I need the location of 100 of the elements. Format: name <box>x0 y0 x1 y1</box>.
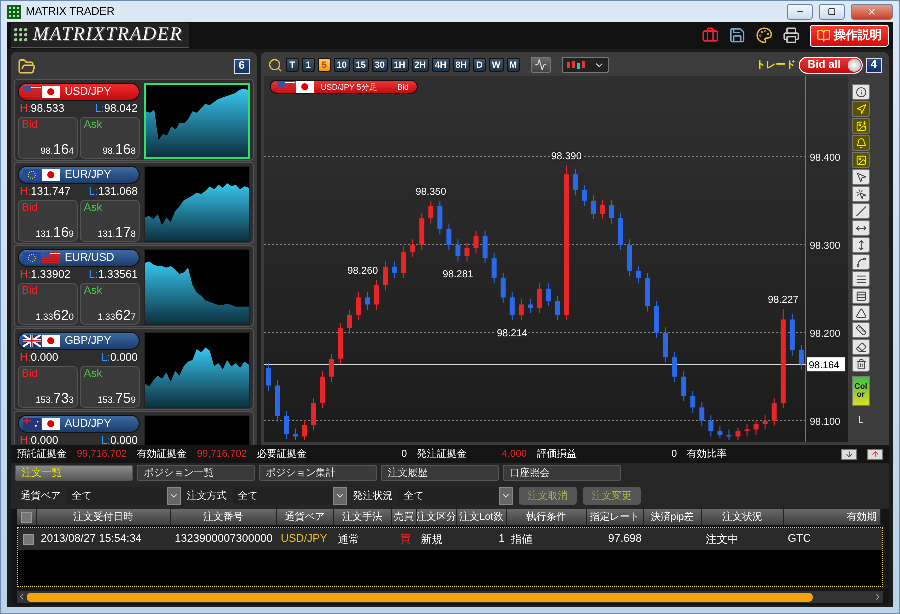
tool-button[interactable] <box>852 220 870 236</box>
column-header[interactable]: 執行条件 <box>507 509 587 525</box>
close-button[interactable] <box>851 4 893 20</box>
account-label: 有効証拠金 <box>137 448 188 461</box>
tool-button[interactable] <box>852 203 870 219</box>
save-icon[interactable] <box>729 27 746 44</box>
candle <box>320 371 326 410</box>
minimize-button[interactable] <box>787 4 813 20</box>
tool-button[interactable] <box>852 254 870 270</box>
bid-button[interactable]: Bid 153.733 <box>18 366 78 408</box>
folder-icon[interactable] <box>18 58 36 76</box>
currency-card[interactable]: EUR/USD H:1.33902 L:1.33561 Bid 1.33620 Ask 1.33627 <box>14 245 254 327</box>
timeframe-button[interactable]: 8H <box>452 58 470 72</box>
collapse-button[interactable] <box>841 448 857 460</box>
pair-label[interactable]: EUR/USD <box>18 249 140 267</box>
ask-button[interactable]: Ask 98.168 <box>80 117 140 159</box>
ask-button[interactable]: Ask 1.33627 <box>80 283 140 325</box>
timeframe-button[interactable]: 15 <box>353 58 370 72</box>
table-cell-text: USD/JPY <box>280 533 328 545</box>
candle <box>329 354 334 383</box>
toolbox-icon[interactable] <box>702 27 719 44</box>
tool-button[interactable] <box>852 186 870 202</box>
tool-button[interactable] <box>852 322 870 338</box>
tool-button[interactable] <box>852 101 870 117</box>
pair-label[interactable]: USD/JPY <box>18 83 140 101</box>
account-value: 99,716,702 <box>197 448 248 460</box>
tool-button[interactable] <box>852 152 870 168</box>
timeframe-button[interactable]: 1H <box>391 58 409 72</box>
color-button[interactable]: Color <box>852 376 870 406</box>
tool-button[interactable] <box>852 305 870 321</box>
row-checkbox[interactable] <box>22 534 34 544</box>
timeframe-button[interactable]: 2H <box>412 58 430 72</box>
column-header[interactable]: 注文手法 <box>334 509 392 525</box>
tab[interactable]: 注文履歴 <box>381 465 499 481</box>
column-header[interactable]: 決済pip差 <box>644 509 702 525</box>
account-label: 必要証拠金 <box>257 448 308 461</box>
column-header[interactable]: 指定レート <box>587 509 644 525</box>
select-all-header[interactable] <box>17 509 37 525</box>
currency-card[interactable]: AUD/JPY H:0.000 L:0.000 <box>14 411 254 445</box>
column-header[interactable]: 注文受付日時 <box>37 509 171 525</box>
ask-button[interactable]: Ask 131.178 <box>80 200 140 242</box>
column-header[interactable]: 有効期 <box>784 509 881 525</box>
chart-type-dropdown[interactable] <box>562 57 610 73</box>
maximize-button[interactable] <box>819 4 845 20</box>
tab[interactable]: ポジション集計 <box>259 465 377 481</box>
tool-button[interactable] <box>852 339 870 355</box>
currency-card[interactable]: GBP/JPY H:0.000 L:0.000 Bid 153.733 Ask 153.759 <box>14 328 254 410</box>
tool-button[interactable] <box>852 237 870 253</box>
palette-icon[interactable] <box>756 27 773 44</box>
candle <box>582 184 588 207</box>
chart-style-button[interactable] <box>531 57 552 73</box>
timeframe-button[interactable]: W <box>489 58 504 72</box>
horizontal-scrollbar[interactable] <box>17 591 883 603</box>
tool-button[interactable] <box>852 288 870 304</box>
tab[interactable]: ポジション一覧 <box>137 465 255 481</box>
candle <box>428 200 434 224</box>
tool-button[interactable] <box>852 118 870 134</box>
column-header[interactable]: 注文区分 <box>417 509 457 525</box>
column-header[interactable]: 注文番号 <box>171 509 277 525</box>
candle <box>798 344 804 370</box>
pair-label[interactable]: EUR/JPY <box>18 166 140 184</box>
timeframe-button[interactable]: 10 <box>334 58 350 72</box>
flag-icon <box>296 81 314 93</box>
zoom-icon[interactable] <box>268 58 283 72</box>
expand-button[interactable] <box>867 448 883 460</box>
bid-button[interactable]: Bid 1.33620 <box>18 283 78 325</box>
bid-button[interactable]: Bid 98.164 <box>18 117 78 159</box>
bid-all-toggle[interactable]: Bid all <box>798 56 863 74</box>
tool-button[interactable] <box>852 271 870 287</box>
candle <box>518 298 524 322</box>
timeframe-button[interactable]: 4H <box>432 58 450 72</box>
help-button[interactable]: 操作説明 <box>810 24 889 46</box>
column-header[interactable]: 売買 <box>392 509 417 525</box>
timeframe-button[interactable]: T <box>286 58 299 72</box>
tool-button[interactable] <box>852 84 870 100</box>
currency-card[interactable]: USD/JPY H:98.533 L:98.042 Bid 98.164 Ask 98.168 <box>14 79 254 161</box>
pair-label[interactable]: GBP/JPY <box>18 332 140 350</box>
candle <box>537 283 542 314</box>
column-header[interactable]: 注文状況 <box>702 509 784 525</box>
timeframe-button[interactable]: 30 <box>372 58 388 72</box>
tool-button[interactable] <box>852 356 870 372</box>
bid-button[interactable]: Bid 131.169 <box>18 200 78 242</box>
column-header[interactable]: 通貨ペア <box>277 509 334 525</box>
tab[interactable]: 口座照会 <box>503 465 621 481</box>
candle <box>618 212 624 251</box>
timeframe-button[interactable]: 1 <box>302 58 315 72</box>
filter-select[interactable]: 全て <box>233 487 347 505</box>
filter-select[interactable]: 全て <box>399 487 513 505</box>
pair-label[interactable]: AUD/JPY <box>18 415 140 433</box>
timeframe-button[interactable]: D <box>473 58 486 72</box>
tool-button[interactable] <box>852 169 870 185</box>
timeframe-button[interactable]: M <box>506 58 520 72</box>
tab[interactable]: 注文一覧 <box>15 465 133 481</box>
column-header[interactable]: 注文Lot数 <box>457 509 507 525</box>
ask-button[interactable]: Ask 153.759 <box>80 366 140 408</box>
candle <box>365 292 370 311</box>
tool-button[interactable] <box>852 135 870 151</box>
printer-icon[interactable] <box>783 27 800 44</box>
currency-card[interactable]: EUR/JPY H:131.747 L:131.068 Bid 131.169 Ask 131.178 <box>14 162 254 244</box>
filter-select[interactable]: 全て <box>67 487 181 505</box>
